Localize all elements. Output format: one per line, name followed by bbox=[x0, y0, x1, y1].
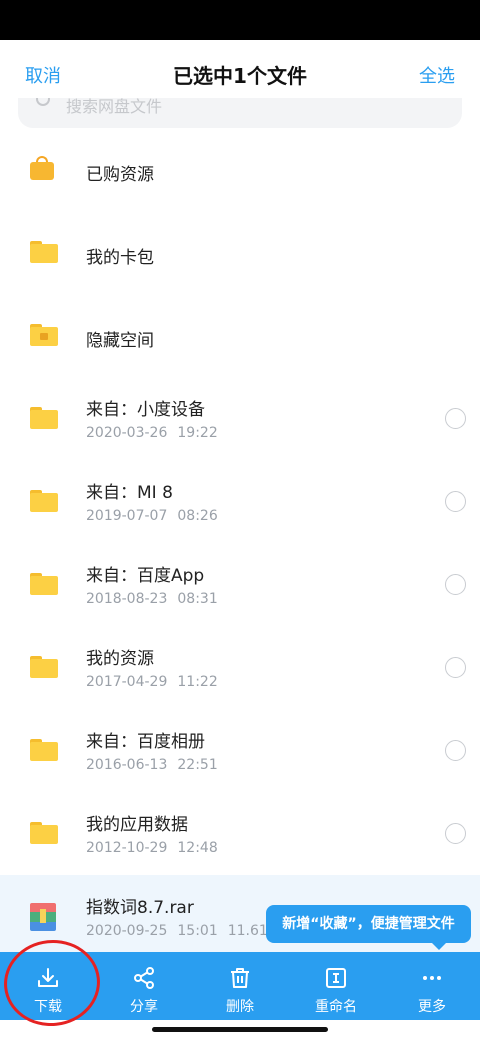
folder-icon bbox=[30, 573, 58, 595]
list-item[interactable]: 已购资源 bbox=[0, 128, 480, 211]
status-bar bbox=[0, 0, 480, 40]
file-meta: 2012-10-29 12:48 bbox=[86, 840, 228, 856]
toolbar-label: 删除 bbox=[226, 999, 254, 1015]
more-icon bbox=[423, 976, 441, 980]
download-icon bbox=[38, 968, 58, 987]
select-radio[interactable] bbox=[445, 823, 466, 844]
list-item[interactable]: 来自：百度相册 2016-06-13 22:51 bbox=[0, 709, 480, 792]
toolbar-label: 分享 bbox=[130, 999, 158, 1015]
file-name: 隐藏空间 bbox=[86, 331, 154, 351]
file-list: 已购资源 我的卡包 隐藏空间 来自：小度设备 2020-03-26 19:22 来… bbox=[0, 128, 480, 958]
file-time: 15:01 bbox=[177, 923, 218, 939]
toolbar-label: 更多 bbox=[418, 999, 446, 1015]
file-name: 已购资源 bbox=[86, 165, 154, 185]
folder-icon bbox=[30, 822, 58, 844]
locked-folder-icon bbox=[30, 324, 58, 346]
select-radio[interactable] bbox=[445, 491, 466, 512]
file-date: 2020-09-25 bbox=[86, 923, 168, 939]
home-indicator-area bbox=[0, 1020, 480, 1040]
file-time: 19:22 bbox=[177, 425, 218, 441]
file-meta: 2016-06-13 22:51 bbox=[86, 757, 228, 773]
folder-icon bbox=[30, 490, 58, 512]
list-item[interactable]: 来自：百度App 2018-08-23 08:31 bbox=[0, 543, 480, 626]
list-item[interactable]: 来自：小度设备 2020-03-26 19:22 bbox=[0, 377, 480, 460]
file-name: 来自：百度相册 bbox=[86, 732, 205, 752]
file-meta: 2020-09-25 15:01 11.61K bbox=[86, 923, 287, 939]
share-button[interactable]: 分享 bbox=[96, 952, 192, 1020]
file-time: 08:31 bbox=[177, 591, 218, 607]
list-item[interactable]: 我的应用数据 2012-10-29 12:48 bbox=[0, 792, 480, 875]
search-icon bbox=[36, 98, 50, 106]
rename-icon bbox=[326, 968, 346, 988]
file-time: 22:51 bbox=[177, 757, 218, 773]
file-date: 2012-10-29 bbox=[86, 840, 168, 856]
select-all-button[interactable]: 全选 bbox=[419, 62, 455, 88]
file-date: 2017-04-29 bbox=[86, 674, 168, 690]
select-radio[interactable] bbox=[445, 408, 466, 429]
folder-icon bbox=[30, 407, 58, 429]
tooltip-arrow bbox=[432, 943, 446, 950]
list-item[interactable]: 我的卡包 bbox=[0, 211, 480, 294]
file-name: 指数词8.7.rar bbox=[86, 898, 194, 918]
more-button[interactable]: 更多 bbox=[384, 952, 480, 1020]
file-name: 我的资源 bbox=[86, 649, 154, 669]
file-meta: 2019-07-07 08:26 bbox=[86, 508, 228, 524]
download-button[interactable]: 下载 bbox=[0, 952, 96, 1020]
file-date: 2019-07-07 bbox=[86, 508, 168, 524]
select-radio[interactable] bbox=[445, 657, 466, 678]
shopping-bag-icon bbox=[30, 156, 54, 180]
list-item[interactable]: 来自：MI 8 2019-07-07 08:26 bbox=[0, 460, 480, 543]
toolbar-label: 下载 bbox=[34, 999, 62, 1015]
page-title: 已选中1个文件 bbox=[173, 64, 307, 88]
select-radio[interactable] bbox=[445, 574, 466, 595]
search-placeholder: 搜索网盘文件 bbox=[66, 98, 163, 116]
file-name: 来自：百度App bbox=[86, 566, 205, 586]
file-name: 我的应用数据 bbox=[86, 815, 188, 835]
file-time: 11:22 bbox=[177, 674, 218, 690]
search-bar[interactable]: 搜索网盘文件 bbox=[18, 98, 462, 128]
select-radio[interactable] bbox=[445, 740, 466, 761]
file-time: 12:48 bbox=[177, 840, 218, 856]
tooltip-text: 新增“收藏”，便捷管理文件 bbox=[282, 916, 455, 932]
file-date: 2020-03-26 bbox=[86, 425, 168, 441]
trash-icon bbox=[231, 968, 249, 988]
file-name: 来自：小度设备 bbox=[86, 400, 205, 420]
file-time: 08:26 bbox=[177, 508, 218, 524]
folder-icon bbox=[30, 241, 58, 263]
delete-button[interactable]: 删除 bbox=[192, 952, 288, 1020]
list-item[interactable]: 隐藏空间 bbox=[0, 294, 480, 377]
rename-button[interactable]: 重命名 bbox=[288, 952, 384, 1020]
share-icon bbox=[134, 967, 154, 989]
list-item[interactable]: 我的资源 2017-04-29 11:22 bbox=[0, 626, 480, 709]
rar-archive-icon bbox=[30, 903, 56, 931]
file-name: 来自：MI 8 bbox=[86, 483, 173, 503]
toolbar-label: 重命名 bbox=[315, 999, 357, 1015]
file-name: 我的卡包 bbox=[86, 248, 154, 268]
bottom-toolbar: 下载 分享 删除 重命名 更多 bbox=[0, 952, 480, 1020]
file-meta: 2018-08-23 08:31 bbox=[86, 591, 228, 607]
file-meta: 2017-04-29 11:22 bbox=[86, 674, 228, 690]
file-meta: 2020-03-26 19:22 bbox=[86, 425, 228, 441]
file-date: 2016-06-13 bbox=[86, 757, 168, 773]
feature-tooltip[interactable]: 新增“收藏”，便捷管理文件 bbox=[266, 905, 471, 950]
file-date: 2018-08-23 bbox=[86, 591, 168, 607]
folder-icon bbox=[30, 739, 58, 761]
home-indicator[interactable] bbox=[152, 1027, 328, 1032]
folder-icon bbox=[30, 656, 58, 678]
